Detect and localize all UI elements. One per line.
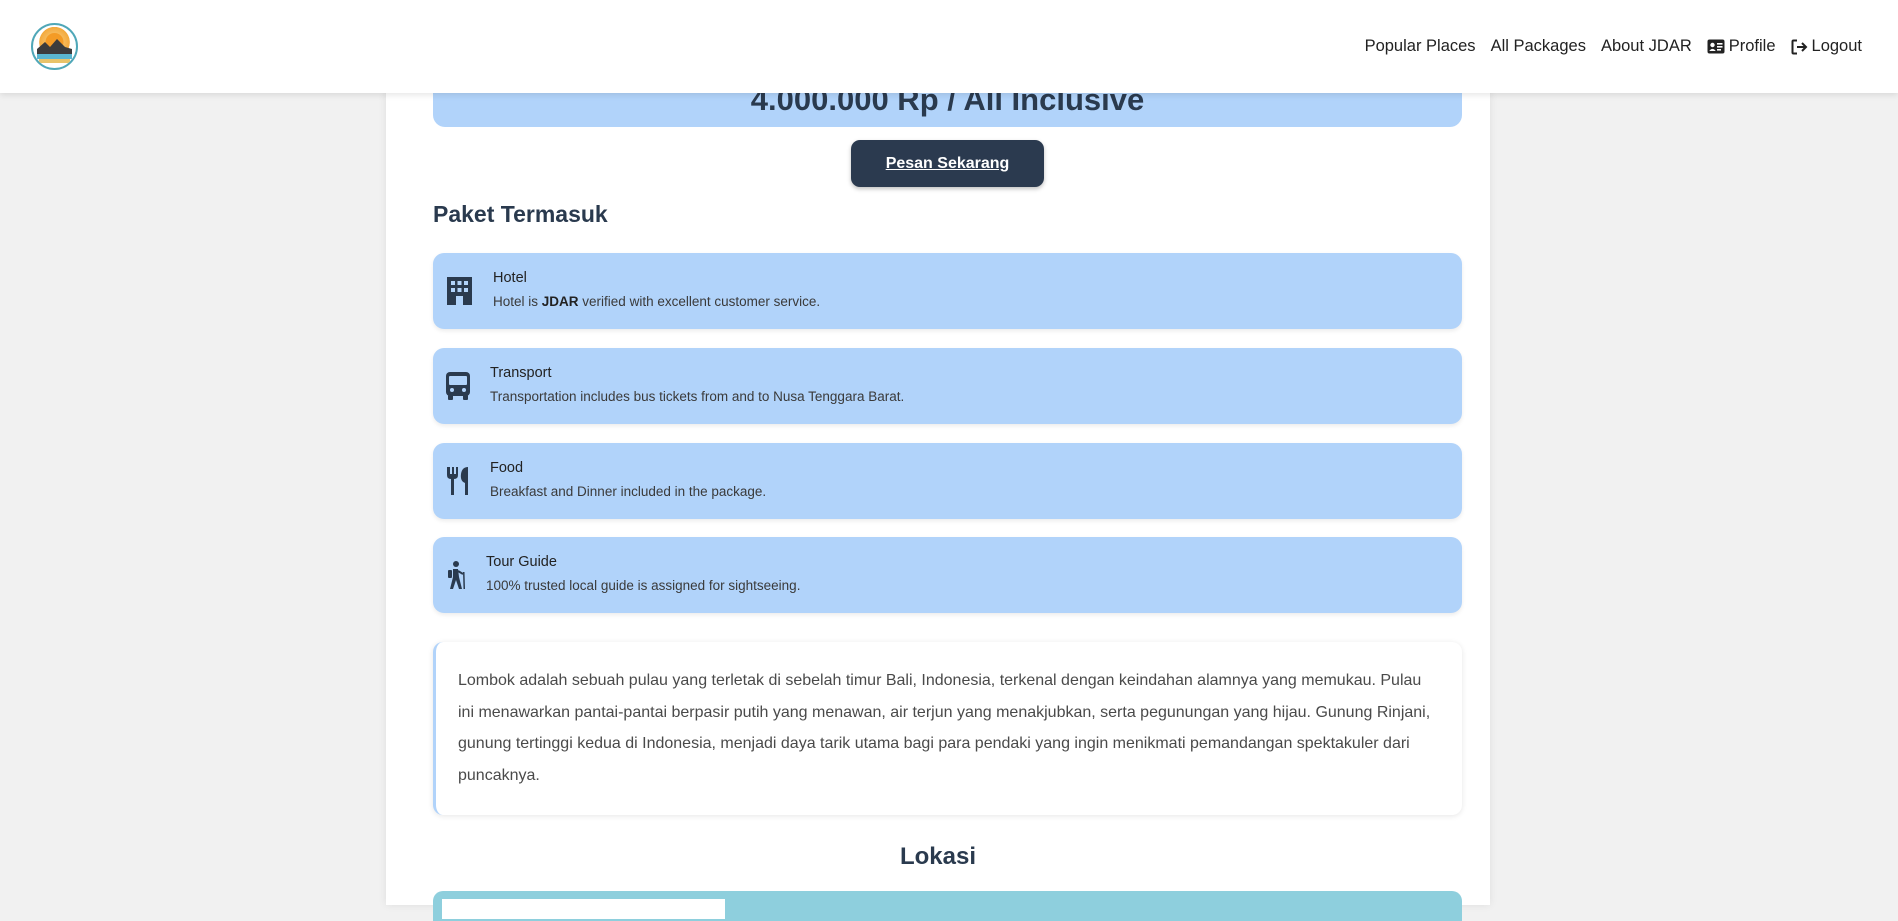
include-food-desc: Breakfast and Dinner included in the pac… [490,484,767,499]
include-tour-guide-desc: 100% trusted local guide is assigned for… [486,578,801,593]
nav-all-packages-label: All Packages [1490,37,1586,55]
destination-description: Lombok adalah sebuah pulau yang terletak… [433,642,1462,815]
nav-about-jdar[interactable]: About JDAR [1601,37,1692,56]
nav-about-jdar-label: About JDAR [1600,37,1692,55]
include-item-transport: Transport Transportation includes bus ti… [433,348,1462,424]
nav-popular-places-label: Popular Places [1364,37,1476,55]
include-item-tour-guide: Tour Guide 100% trusted local guide is a… [433,537,1462,613]
map-info-panel [442,899,725,919]
include-hotel-desc: Hotel is JDAR verified with excellent cu… [493,294,821,309]
logout-icon [1791,39,1808,55]
nav-logout-label: Logout [1811,37,1862,55]
include-tour-guide-title: Tour Guide [486,554,557,570]
id-card-icon [1707,39,1725,54]
order-now-button[interactable]: Pesan Sekarang [851,140,1044,187]
include-transport-desc: Transportation includes bus tickets from… [490,389,905,404]
include-transport-title: Transport [490,365,552,381]
description-text: Lombok adalah sebuah pulau yang terletak… [458,672,1431,784]
nav-logout[interactable]: Logout [1791,37,1862,56]
location-heading: Lokasi [899,843,977,870]
include-food-title: Food [490,460,524,476]
utensils-icon [445,466,471,496]
hiking-person-icon [445,560,467,590]
hotel-building-icon [445,276,474,306]
bus-icon [445,371,471,401]
include-hotel-title: Hotel [493,270,527,286]
jdar-logo[interactable] [31,23,78,70]
include-item-food: Food Breakfast and Dinner included in th… [433,443,1462,519]
nav-all-packages[interactable]: All Packages [1491,37,1586,56]
include-item-hotel: Hotel Hotel is JDAR verified with excell… [433,253,1462,329]
top-navbar: Popular Places All Packages About JDAR P… [0,0,1898,93]
includes-heading: Paket Termasuk [433,201,608,227]
nav-links: Popular Places All Packages About JDAR P… [1365,0,1862,93]
nav-profile-label: Profile [1728,37,1776,55]
nav-popular-places[interactable]: Popular Places [1365,37,1476,56]
nav-profile[interactable]: Profile [1707,37,1776,56]
